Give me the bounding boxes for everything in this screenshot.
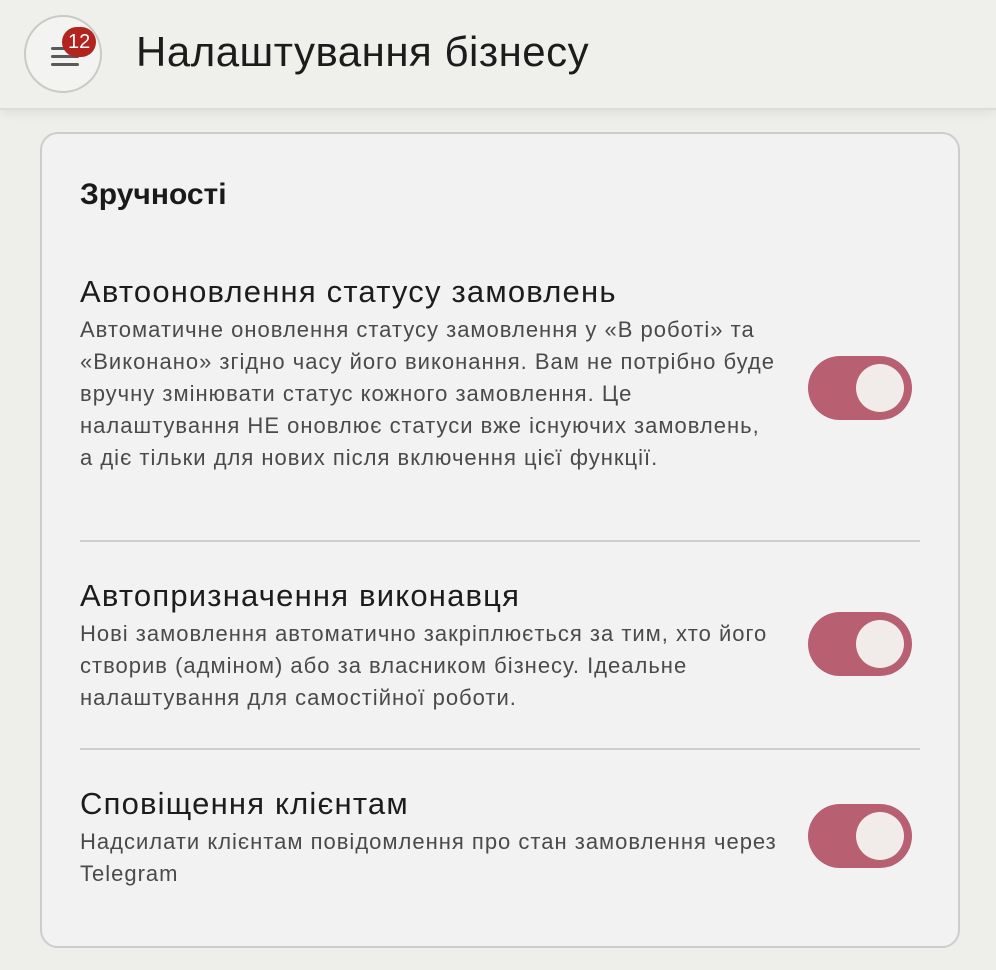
page-title: Налаштування бізнесу — [136, 28, 590, 75]
app-header: 12 Налаштування бізнесу — [0, 0, 996, 110]
notification-badge: 12 — [62, 27, 97, 57]
client-notifications-toggle[interactable] — [808, 804, 912, 868]
section-title: Зручності — [80, 178, 227, 211]
toggle-knob — [856, 364, 904, 412]
divider — [80, 540, 920, 542]
setting-auto-assign: Автопризначення виконавця Нові замовленн… — [80, 578, 922, 714]
toggle-knob — [856, 812, 904, 860]
setting-title: Сповіщення клієнтам — [80, 786, 409, 821]
setting-title: Автооновлення статусу замовлень — [80, 274, 617, 309]
setting-client-notifications: Сповіщення клієнтам Надсилати клієнтам п… — [80, 786, 922, 890]
setting-description: Нові замовлення автоматично закріплюєтьс… — [80, 621, 768, 710]
toggle-knob — [856, 620, 904, 668]
setting-description: Автоматичне оновлення статусу замовлення… — [80, 317, 775, 470]
auto-status-toggle[interactable] — [808, 356, 912, 420]
setting-auto-status: Автооновлення статусу замовлень Автомати… — [80, 274, 922, 474]
auto-assign-toggle[interactable] — [808, 612, 912, 676]
setting-description: Надсилати клієнтам повідомлення про стан… — [80, 829, 777, 886]
setting-title: Автопризначення виконавця — [80, 578, 521, 613]
divider — [80, 748, 920, 750]
settings-card: Зручності Автооновлення статусу замовлен… — [40, 132, 960, 948]
menu-button[interactable]: 12 — [24, 15, 102, 93]
